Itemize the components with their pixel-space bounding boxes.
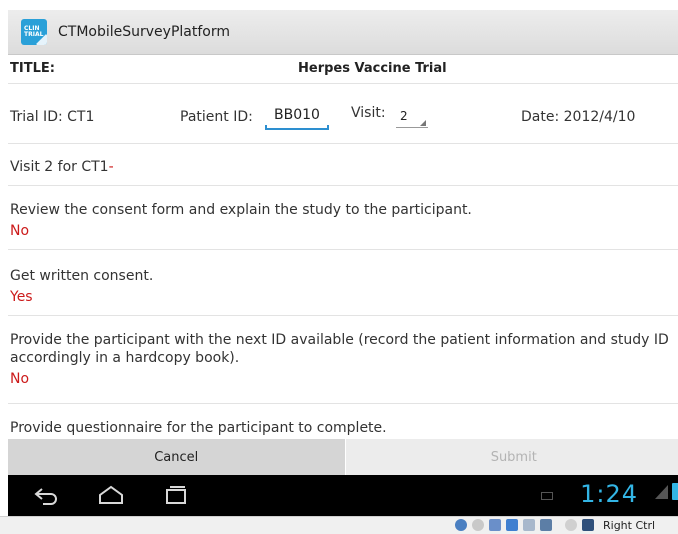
mouse-integration-icon[interactable] bbox=[582, 519, 594, 531]
divider bbox=[8, 83, 678, 84]
title-label: TITLE: bbox=[10, 61, 55, 76]
hard-disk-icon[interactable] bbox=[455, 519, 467, 531]
display-icon[interactable] bbox=[540, 519, 552, 531]
network-icon[interactable] bbox=[506, 519, 518, 531]
host-key-label: Right Ctrl bbox=[603, 519, 656, 532]
date-text: Date: 2012/4/10 bbox=[521, 109, 636, 125]
visit-spinner[interactable]: 2 bbox=[396, 109, 428, 128]
question-1-text: Review the consent form and explain the … bbox=[10, 202, 472, 218]
question-2-text: Get written consent. bbox=[10, 268, 154, 284]
submit-button[interactable]: Submit bbox=[345, 439, 678, 475]
form-button-bar: Cancel Submit bbox=[8, 439, 678, 475]
clock: 1:24 bbox=[580, 480, 638, 508]
recent-apps-icon[interactable] bbox=[163, 483, 189, 507]
battery-icon bbox=[672, 483, 678, 500]
trial-title: Herpes Vaccine Trial bbox=[298, 61, 447, 76]
app-title: CTMobileSurveyPlatform bbox=[58, 24, 230, 40]
patient-id-label: Patient ID: bbox=[180, 109, 253, 125]
app-action-bar: CLIN TRIAL CTMobileSurveyPlatform bbox=[8, 10, 678, 55]
visit-label: Visit: bbox=[351, 105, 386, 121]
patient-id-input[interactable]: BB010 bbox=[265, 104, 329, 130]
question-4-text: Provide questionnaire for the participan… bbox=[10, 420, 387, 436]
survey-form[interactable]: TITLE: Herpes Vaccine Trial Trial ID: CT… bbox=[8, 55, 678, 439]
system-navigation-bar: 1:24 bbox=[8, 475, 678, 516]
capture-icon[interactable] bbox=[565, 519, 577, 531]
divider bbox=[8, 249, 678, 250]
question-3-answer[interactable]: No bbox=[10, 371, 29, 387]
clin-trial-logo: CLIN TRIAL bbox=[21, 19, 47, 45]
question-3-text: Provide the participant with the next ID… bbox=[10, 332, 669, 366]
dropdown-arrow-icon bbox=[420, 120, 426, 126]
home-icon[interactable] bbox=[98, 483, 124, 507]
visit-spinner-value: 2 bbox=[400, 109, 408, 123]
divider bbox=[8, 143, 678, 144]
host-status-bar: Right Ctrl bbox=[0, 516, 678, 534]
logo-text-bottom: TRIAL bbox=[24, 31, 44, 38]
window-top-margin bbox=[0, 0, 678, 10]
shared-folders-icon[interactable] bbox=[523, 519, 535, 531]
divider bbox=[8, 403, 678, 404]
optical-drive-icon[interactable] bbox=[472, 519, 484, 531]
question-2-answer[interactable]: Yes bbox=[10, 289, 33, 305]
visit-heading: Visit 2 for CT1- bbox=[10, 159, 114, 175]
signal-icon bbox=[655, 485, 668, 499]
cancel-button[interactable]: Cancel bbox=[8, 439, 346, 475]
keyboard-icon bbox=[541, 492, 553, 500]
back-icon[interactable] bbox=[33, 483, 59, 507]
trial-id-text: Trial ID: CT1 bbox=[10, 109, 95, 125]
divider bbox=[8, 185, 678, 186]
divider bbox=[8, 315, 678, 316]
question-1-answer[interactable]: No bbox=[10, 223, 29, 239]
usb-icon[interactable] bbox=[489, 519, 501, 531]
